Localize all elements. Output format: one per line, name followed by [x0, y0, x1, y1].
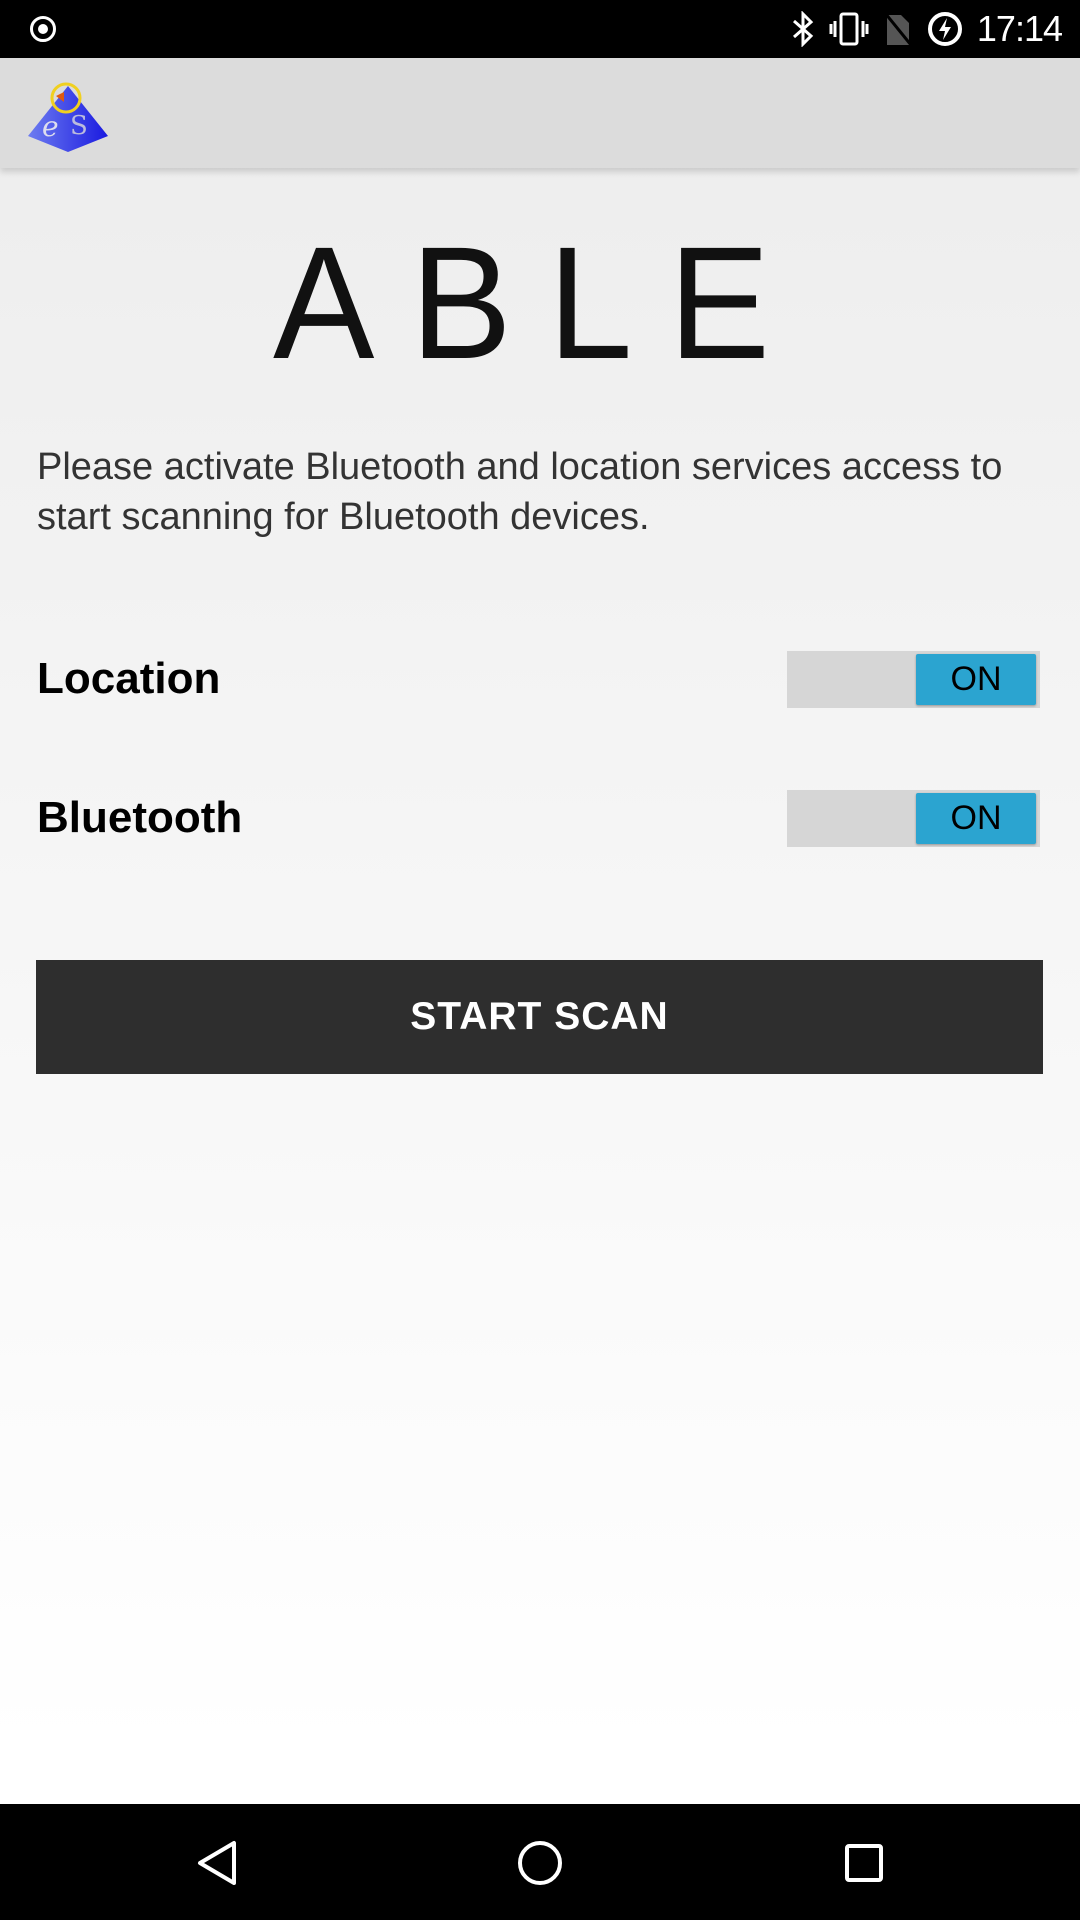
bluetooth-toggle-thumb: ON: [916, 793, 1036, 844]
vibrate-icon: [829, 12, 869, 46]
battery-charging-icon: [927, 12, 962, 46]
location-label: Location: [37, 654, 221, 703]
bluetooth-icon: [792, 11, 814, 47]
svg-text:S: S: [70, 111, 88, 141]
record-icon: [30, 16, 56, 42]
bluetooth-label: Bluetooth: [37, 793, 243, 842]
status-bar: 17:14: [0, 0, 1080, 58]
app-logo-icon: e S: [28, 82, 108, 152]
clock: 17:14: [976, 8, 1063, 49]
location-toggle[interactable]: ON: [787, 651, 1040, 708]
svg-text:e: e: [42, 110, 59, 143]
home-icon[interactable]: [517, 1840, 563, 1886]
recents-icon[interactable]: [844, 1843, 884, 1883]
no-sim-icon: [883, 12, 913, 46]
instructions-text: Please activate Bluetooth and location s…: [37, 446, 1003, 538]
app-title: ABLE: [0, 218, 1080, 388]
app-toolbar: e S: [0, 58, 1080, 168]
navigation-bar: [0, 1804, 1080, 1920]
start-scan-button[interactable]: START SCAN: [36, 960, 1043, 1074]
bluetooth-toggle[interactable]: ON: [787, 790, 1040, 847]
back-icon[interactable]: [196, 1840, 238, 1886]
location-toggle-thumb: ON: [916, 654, 1036, 705]
app-title-text: ABLE: [273, 213, 807, 392]
